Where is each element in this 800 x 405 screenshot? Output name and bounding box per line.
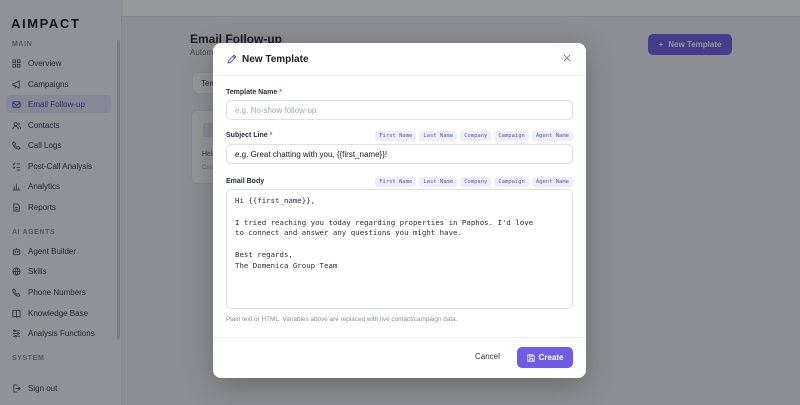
subject-line-input[interactable]: e.g. Great chatting with you, {{first_na… — [226, 144, 573, 164]
variable-chip-agent-name[interactable]: Agent Name — [531, 177, 573, 187]
variable-chip-last-name[interactable]: Last Name — [419, 131, 458, 141]
template-name-input[interactable]: e.g. No-show follow-up — [226, 100, 573, 120]
variable-chip-first-name[interactable]: First Name — [375, 131, 417, 141]
required-mark: * — [279, 89, 282, 96]
template-name-placeholder: e.g. No-show follow-up — [235, 105, 317, 115]
modal-title: New Template — [242, 54, 309, 65]
create-label: Create — [538, 353, 564, 362]
subject-variable-chips: First Name Last Name Company Campaign Ag… — [375, 131, 573, 141]
variable-chip-campaign[interactable]: Campaign — [494, 131, 529, 141]
subject-line-label: Subject Line * — [226, 132, 273, 139]
modal-footer-divider — [213, 337, 586, 338]
variable-chip-company[interactable]: Company — [460, 131, 492, 141]
subject-line-value: e.g. Great chatting with you, {{first_na… — [235, 149, 388, 159]
variable-chip-campaign[interactable]: Campaign — [494, 177, 529, 187]
pencil-icon — [227, 54, 237, 64]
template-name-label: Template Name * — [226, 89, 282, 96]
email-body-textarea[interactable]: Hi {{first_name}}, I tried reaching you … — [226, 189, 573, 309]
variable-chip-last-name[interactable]: Last Name — [419, 177, 458, 187]
variable-chip-agent-name[interactable]: Agent Name — [531, 131, 573, 141]
required-mark: * — [269, 132, 273, 139]
save-icon — [526, 353, 535, 362]
variable-chip-first-name[interactable]: First Name — [375, 177, 417, 187]
variable-chip-company[interactable]: Company — [460, 177, 492, 187]
body-variable-chips: First Name Last Name Company Campaign Ag… — [375, 177, 573, 187]
modal-header: New Template — [213, 43, 586, 76]
cancel-button[interactable]: Cancel — [475, 352, 500, 361]
create-button[interactable]: Create — [517, 347, 573, 368]
help-text: Plain text or HTML. Variables above are … — [226, 316, 458, 323]
email-body-label: Email Body — [226, 178, 265, 185]
close-icon[interactable] — [562, 53, 572, 63]
new-template-modal: New Template Template Name * e.g. No-sho… — [213, 43, 586, 378]
